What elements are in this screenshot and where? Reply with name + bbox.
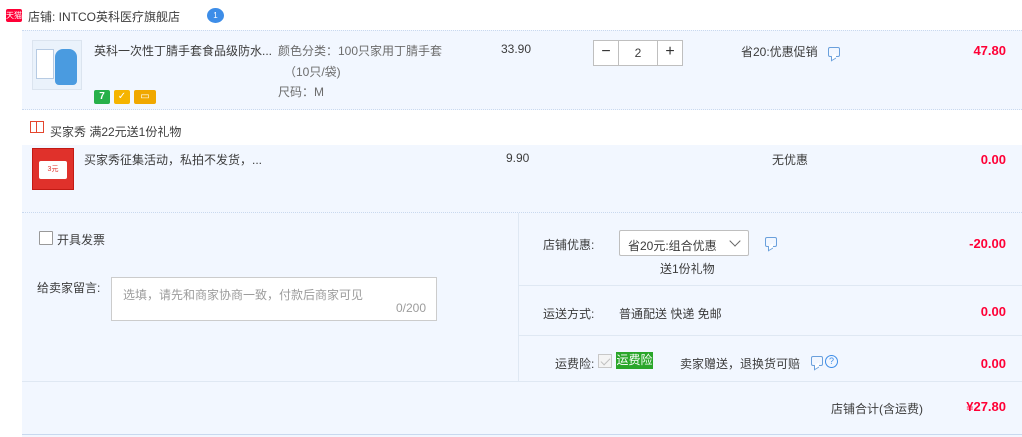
gift-subtotal: 0.00 bbox=[980, 152, 1006, 167]
quality-assured-icon[interactable]: ✓ bbox=[114, 90, 130, 104]
divider bbox=[22, 381, 1022, 382]
glove-graphic bbox=[55, 49, 77, 85]
shop-discount-amount: -20.00 bbox=[969, 236, 1006, 251]
message-label: 给卖家留言: bbox=[37, 281, 101, 295]
chevron-down-icon bbox=[729, 235, 741, 247]
message-char-count: 0/200 bbox=[395, 301, 426, 315]
gift-section-header: 买家秀 满22元送1份礼物 bbox=[22, 111, 1022, 145]
invoice-checkbox[interactable] bbox=[39, 231, 53, 245]
gift-title: 买家秀 满22元送1份礼物 bbox=[50, 125, 182, 139]
insurance-desc: 卖家赠送，退换货可赔 bbox=[680, 357, 801, 371]
order-page: 天猫 店铺: INTCO英科医疗旗舰店 1 英科一次性丁腈手套食品级防水... … bbox=[0, 0, 1022, 437]
card-payment-icon[interactable]: ▭ bbox=[134, 90, 156, 104]
quantity-stepper: − 2 + bbox=[593, 40, 683, 66]
column-divider bbox=[518, 213, 519, 381]
sku-color-pack: （10只/袋) bbox=[284, 65, 341, 79]
gift-promotion: 无优惠 bbox=[772, 153, 809, 167]
box-graphic bbox=[36, 49, 54, 79]
seller-message-input[interactable]: 选填，请先和商家协商一致，付款后商家可见 0/200 bbox=[111, 277, 437, 321]
shop-discount-value: 省20元:组合优惠 bbox=[628, 239, 717, 253]
order-options-panel: 开具发票 给卖家留言: 选填，请先和商家协商一致，付款后商家可见 0/200 店… bbox=[22, 213, 1022, 437]
shop-total-amount: ¥27.80 bbox=[966, 399, 1006, 414]
gift-icon bbox=[30, 121, 44, 133]
shop-header: 天猫 店铺: INTCO英科医疗旗舰店 1 bbox=[0, 0, 1022, 30]
gift-note: 送1份礼物 bbox=[660, 262, 715, 276]
gift-item-row: 3元 买家秀征集活动，私拍不发货，... 9.90 无优惠 0.00 bbox=[22, 145, 1022, 213]
unit-price: 33.90 bbox=[501, 42, 532, 56]
bottom-border bbox=[22, 434, 1022, 435]
insurance-badge: 运费险 bbox=[616, 352, 653, 369]
sku-size: 尺码：M bbox=[278, 85, 324, 99]
tmall-icon: 天猫 bbox=[6, 9, 22, 22]
cart-item-row: 英科一次性丁腈手套食品级防水... 7 ✓ ▭ 颜色分类：100只家用丁腈手套 … bbox=[22, 30, 1022, 110]
shop-name[interactable]: 店铺: INTCO英科医疗旗舰店 bbox=[28, 8, 180, 25]
gift-unit-price: 9.90 bbox=[506, 151, 530, 165]
decrease-quantity-button[interactable]: − bbox=[593, 40, 619, 66]
shipping-method: 普通配送 快递 免邮 bbox=[619, 307, 722, 321]
shop-total-label: 店铺合计(含运费) bbox=[831, 402, 923, 416]
shop-discount-label: 店铺优惠: bbox=[543, 238, 595, 252]
sku-color: 颜色分类：100只家用丁腈手套 bbox=[278, 44, 443, 58]
insurance-checkbox bbox=[598, 354, 612, 368]
discount-info-icon[interactable] bbox=[765, 237, 777, 247]
shipping-label: 运送方式: bbox=[543, 307, 595, 321]
gift-thumbnail[interactable]: 3元 bbox=[32, 148, 74, 190]
insurance-amount: 0.00 bbox=[980, 356, 1006, 371]
item-subtotal: 47.80 bbox=[973, 43, 1006, 58]
product-thumbnail[interactable] bbox=[32, 40, 82, 90]
item-promotion: 省20:优惠促销 bbox=[741, 45, 818, 59]
gift-item-title[interactable]: 买家秀征集活动，私拍不发货，... bbox=[84, 151, 262, 168]
gift-card-graphic: 3元 bbox=[39, 161, 67, 179]
seven-day-return-icon[interactable]: 7 bbox=[94, 90, 110, 104]
shipping-amount: 0.00 bbox=[980, 304, 1006, 319]
wangwang-chat-icon[interactable]: 1 bbox=[207, 8, 224, 23]
divider bbox=[519, 335, 1022, 336]
message-placeholder: 选填，请先和商家协商一致，付款后商家可见 bbox=[123, 288, 364, 302]
insurance-chat-icon[interactable] bbox=[811, 356, 823, 366]
quantity-input[interactable]: 2 bbox=[619, 40, 657, 66]
shop-discount-select[interactable]: 省20元:组合优惠 bbox=[619, 230, 749, 256]
divider bbox=[519, 285, 1022, 286]
promo-info-icon[interactable] bbox=[828, 47, 840, 57]
product-title[interactable]: 英科一次性丁腈手套食品级防水... bbox=[94, 42, 272, 59]
help-icon[interactable]: ? bbox=[825, 355, 838, 368]
invoice-label[interactable]: 开具发票 bbox=[57, 231, 105, 248]
insurance-label: 运费险: bbox=[555, 357, 595, 371]
increase-quantity-button[interactable]: + bbox=[657, 40, 683, 66]
